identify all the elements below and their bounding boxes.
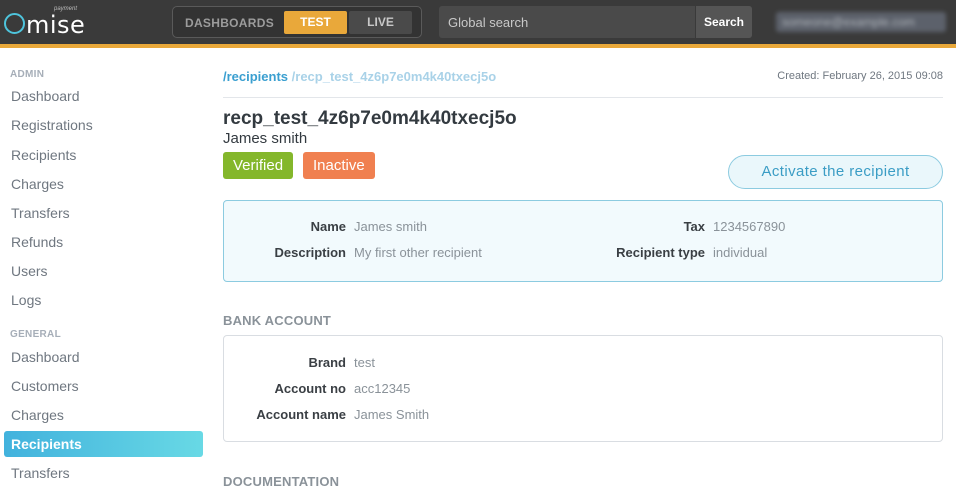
environment-switcher: DASHBOARDS TEST LIVE bbox=[172, 6, 422, 38]
test-mode-button[interactable]: TEST bbox=[284, 11, 347, 34]
sidebar-item-general-charges[interactable]: Charges bbox=[11, 405, 64, 425]
sidebar-section-admin: ADMIN bbox=[10, 69, 45, 80]
live-mode-button[interactable]: LIVE bbox=[349, 11, 412, 34]
description-label: Description bbox=[274, 245, 346, 260]
sidebar-item-admin-dashboard[interactable]: Dashboard bbox=[11, 86, 80, 106]
user-account-menu[interactable]: someone@example.com bbox=[776, 12, 946, 32]
sidebar-item-general-dashboard[interactable]: Dashboard bbox=[11, 347, 80, 367]
name-label: Name bbox=[310, 219, 346, 234]
activate-recipient-button[interactable]: Activate the recipient bbox=[728, 155, 943, 189]
sidebar-item-general-transfers[interactable]: Transfers bbox=[11, 463, 70, 483]
sidebar-item-general-recipients[interactable]: Recipients bbox=[4, 431, 203, 457]
breadcrumb-current: /recp_test_4z6p7e0m4k40txecj5o bbox=[291, 69, 497, 84]
global-search-input[interactable] bbox=[439, 6, 694, 38]
sidebar-item-admin-charges[interactable]: Charges bbox=[11, 174, 64, 194]
page-title: recp_test_4z6p7e0m4k40txecj5o bbox=[223, 108, 517, 129]
sidebar: ADMIN Dashboard Registrations Recipients… bbox=[0, 52, 210, 493]
brand-label: Brand bbox=[308, 355, 346, 370]
bank-account-box: Brand test Account no acc12345 Account n… bbox=[223, 335, 943, 442]
tax-value: 1234567890 bbox=[713, 219, 786, 234]
user-email: someone@example.com bbox=[782, 15, 915, 29]
global-search: Search bbox=[439, 6, 752, 38]
documentation-header: DOCUMENTATION bbox=[223, 474, 340, 489]
sidebar-item-admin-recipients[interactable]: Recipients bbox=[11, 145, 76, 165]
account-name-label: Account name bbox=[256, 407, 346, 422]
search-button[interactable]: Search bbox=[695, 6, 752, 38]
name-value: James smith bbox=[354, 219, 427, 234]
sidebar-item-refunds[interactable]: Refunds bbox=[11, 232, 63, 252]
sidebar-item-logs[interactable]: Logs bbox=[11, 290, 41, 310]
bank-account-header: BANK ACCOUNT bbox=[223, 313, 332, 328]
account-name-value: James Smith bbox=[354, 407, 430, 422]
account-no-value: acc12345 bbox=[354, 381, 411, 396]
sidebar-item-customers[interactable]: Customers bbox=[11, 376, 79, 396]
description-value: My first other recipient bbox=[354, 245, 482, 260]
top-navigation-bar: payment mise DASHBOARDS TEST LIVE Search… bbox=[0, 0, 956, 48]
header-divider bbox=[223, 97, 943, 98]
account-no-label: Account no bbox=[274, 381, 347, 396]
sidebar-item-users[interactable]: Users bbox=[11, 261, 48, 281]
recipient-type-value: individual bbox=[713, 245, 768, 260]
recipient-details-box: Name James smith Description My first ot… bbox=[223, 200, 943, 282]
logo-wordmark: mise bbox=[26, 11, 86, 39]
recipient-type-label: Recipient type bbox=[616, 245, 705, 260]
recipient-name: James smith bbox=[223, 130, 308, 147]
dashboards-label[interactable]: DASHBOARDS bbox=[185, 16, 274, 30]
breadcrumb-recipients-link[interactable]: /recipients bbox=[223, 69, 288, 84]
main-content: /recipients /recp_test_4z6p7e0m4k40txecj… bbox=[223, 52, 943, 493]
tax-label: Tax bbox=[683, 219, 705, 234]
sidebar-section-general: GENERAL bbox=[10, 329, 61, 340]
created-timestamp: Created: February 26, 2015 09:08 bbox=[777, 70, 943, 82]
verified-badge: Verified bbox=[223, 152, 294, 179]
sidebar-item-admin-transfers[interactable]: Transfers bbox=[11, 203, 70, 223]
omise-logo[interactable]: payment mise bbox=[4, 6, 86, 42]
sidebar-item-registrations[interactable]: Registrations bbox=[11, 115, 93, 135]
breadcrumb: /recipients /recp_test_4z6p7e0m4k40txecj… bbox=[223, 69, 496, 84]
logo-circle-icon bbox=[4, 13, 25, 34]
brand-value: test bbox=[354, 355, 375, 370]
inactive-badge: Inactive bbox=[303, 152, 375, 179]
